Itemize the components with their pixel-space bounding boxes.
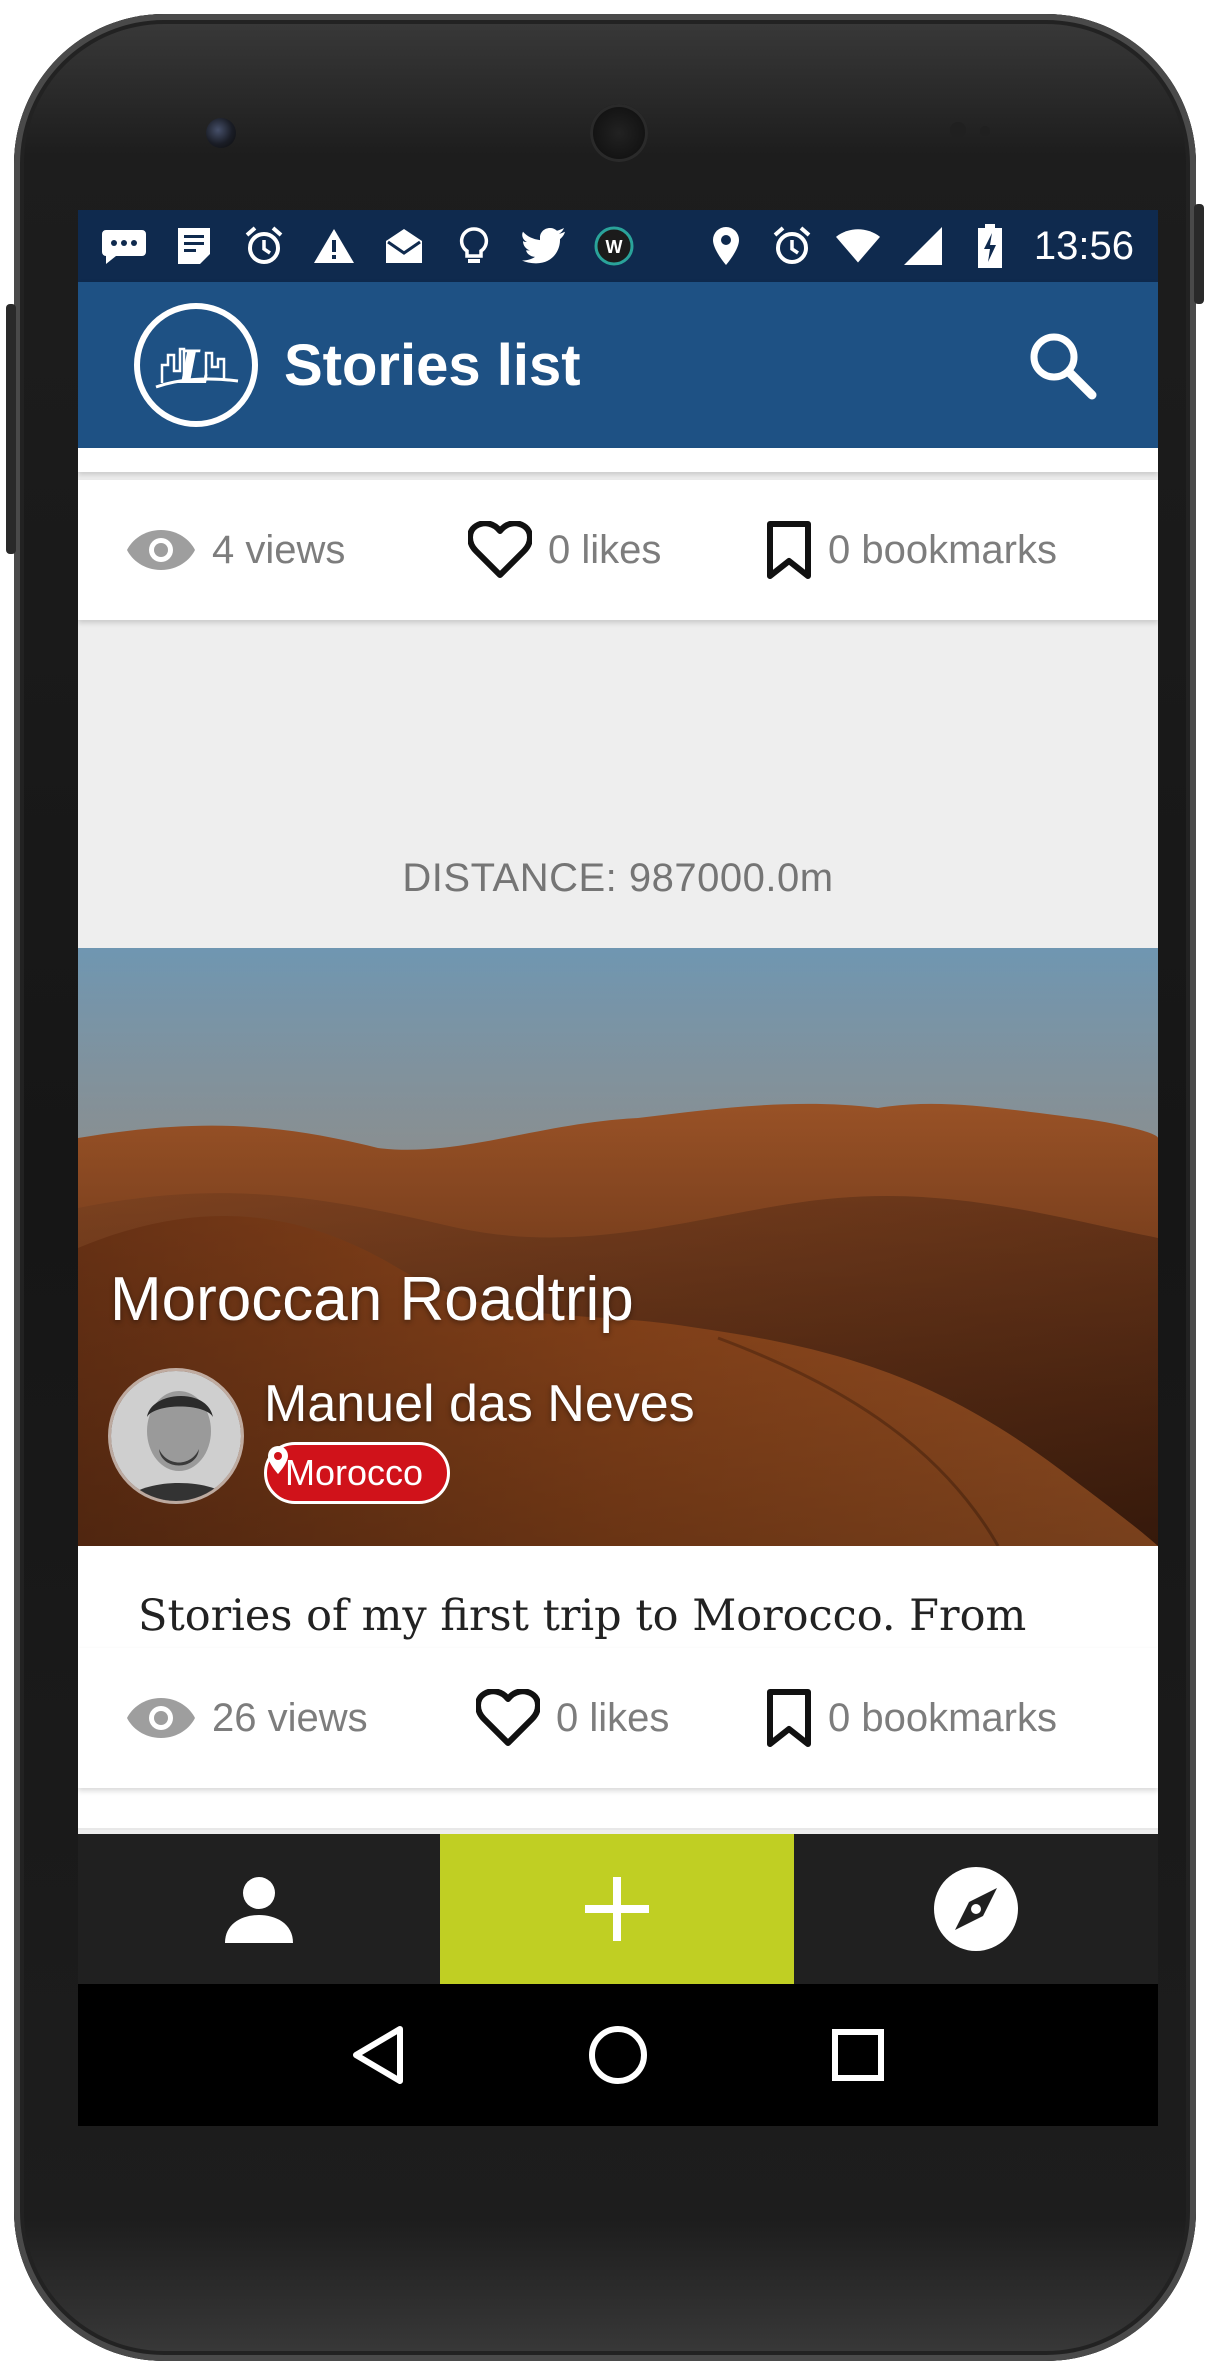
distance-label: DISTANCE: 987000.0m <box>402 855 834 900</box>
proximity-sensor <box>950 122 966 138</box>
location-label: Morocco <box>285 1452 424 1493</box>
person-icon <box>225 1877 293 1943</box>
system-status-icons: 13:56 <box>704 224 1134 269</box>
like-button[interactable]: 0 likes <box>476 1689 669 1747</box>
previous-card-stats: 4 views 0 likes 0 bookmarks <box>78 480 1158 620</box>
chat-icon <box>102 224 146 268</box>
notification-icons: W <box>102 224 636 268</box>
heart-icon <box>476 1689 540 1746</box>
app-logo[interactable]: L <box>134 303 258 427</box>
alarm-icon <box>770 224 814 268</box>
page-title: Stories list <box>284 332 581 398</box>
story-card-stats: 26 views 0 likes 0 bookmarks <box>78 1648 1158 1788</box>
location-pin-icon <box>268 1446 288 1474</box>
status-bar: W 13:56 <box>78 210 1158 282</box>
like-button[interactable]: 0 likes <box>468 521 661 579</box>
compass-icon <box>934 1867 1018 1951</box>
mail-open-icon <box>382 224 426 268</box>
likes-count: 0 likes <box>556 1695 670 1740</box>
divider <box>78 1828 1158 1830</box>
location-badge[interactable]: Morocco <box>264 1442 451 1504</box>
views-count: 4 views <box>212 527 346 572</box>
power-button <box>6 304 16 554</box>
views-stat: 26 views <box>126 1696 368 1741</box>
explore-button[interactable] <box>794 1834 1158 1984</box>
volume-button <box>1194 204 1204 304</box>
svg-text:W: W <box>606 237 623 257</box>
note-icon <box>172 224 216 268</box>
recents-button[interactable] <box>813 2010 903 2100</box>
twitter-icon <box>522 224 566 268</box>
add-story-button[interactable] <box>440 1834 794 1984</box>
system-nav-bar <box>78 1984 1158 2126</box>
battery-charging-icon <box>968 224 1012 268</box>
front-camera <box>206 118 236 148</box>
location-icon <box>704 224 748 268</box>
bookmark-icon <box>767 1689 811 1747</box>
bookmark-icon <box>767 521 811 579</box>
views-stat: 4 views <box>126 528 345 573</box>
eye-icon <box>127 1698 195 1738</box>
bookmark-button[interactable]: 0 bookmarks <box>766 1689 1057 1747</box>
phone-frame: W 13:56 L Stories list 4 views 0 likes 0… <box>6 14 1204 2361</box>
bookmarks-count: 0 bookmarks <box>828 527 1057 572</box>
back-button[interactable] <box>333 2010 423 2100</box>
stats-row: 4 views 0 likes 0 bookmarks <box>78 480 1158 620</box>
w-app-icon: W <box>592 224 636 268</box>
home-button[interactable] <box>573 2010 663 2100</box>
bookmark-button[interactable]: 0 bookmarks <box>766 521 1057 579</box>
signal-icon <box>902 224 946 268</box>
eye-icon <box>127 530 195 570</box>
author-name[interactable]: Manuel das Neves <box>264 1374 695 1434</box>
add-icon <box>585 1877 649 1941</box>
likes-count: 0 likes <box>548 527 662 572</box>
home-icon <box>589 2026 647 2084</box>
alarm-icon <box>242 224 286 268</box>
search-icon <box>1030 333 1097 400</box>
heart-icon <box>468 521 532 578</box>
bookmarks-count: 0 bookmarks <box>828 1695 1057 1740</box>
avatar[interactable] <box>108 1368 244 1504</box>
recents-icon <box>832 2029 884 2081</box>
story-card-hero[interactable]: Moroccan Roadtrip Manuel das Neves Moroc… <box>78 948 1158 1546</box>
app-bar: L Stories list <box>78 282 1158 448</box>
profile-button[interactable] <box>78 1834 440 1984</box>
svg-text:L: L <box>176 340 210 394</box>
earpiece-speaker <box>590 104 648 162</box>
lightbulb-icon <box>452 224 496 268</box>
screen: W 13:56 L Stories list 4 views 0 likes 0… <box>78 210 1158 2126</box>
warning-icon <box>312 224 356 268</box>
back-icon <box>353 2026 403 2084</box>
light-sensor <box>980 126 990 136</box>
search-button[interactable] <box>1022 325 1102 405</box>
wifi-icon <box>835 224 880 268</box>
story-title[interactable]: Moroccan Roadtrip <box>110 1264 634 1335</box>
bottom-nav <box>78 1834 1158 1984</box>
story-card-previous[interactable] <box>78 448 1158 472</box>
status-time: 13:56 <box>1033 223 1134 268</box>
views-count: 26 views <box>212 1695 368 1740</box>
stats-row: 26 views 0 likes 0 bookmarks <box>78 1648 1158 1788</box>
